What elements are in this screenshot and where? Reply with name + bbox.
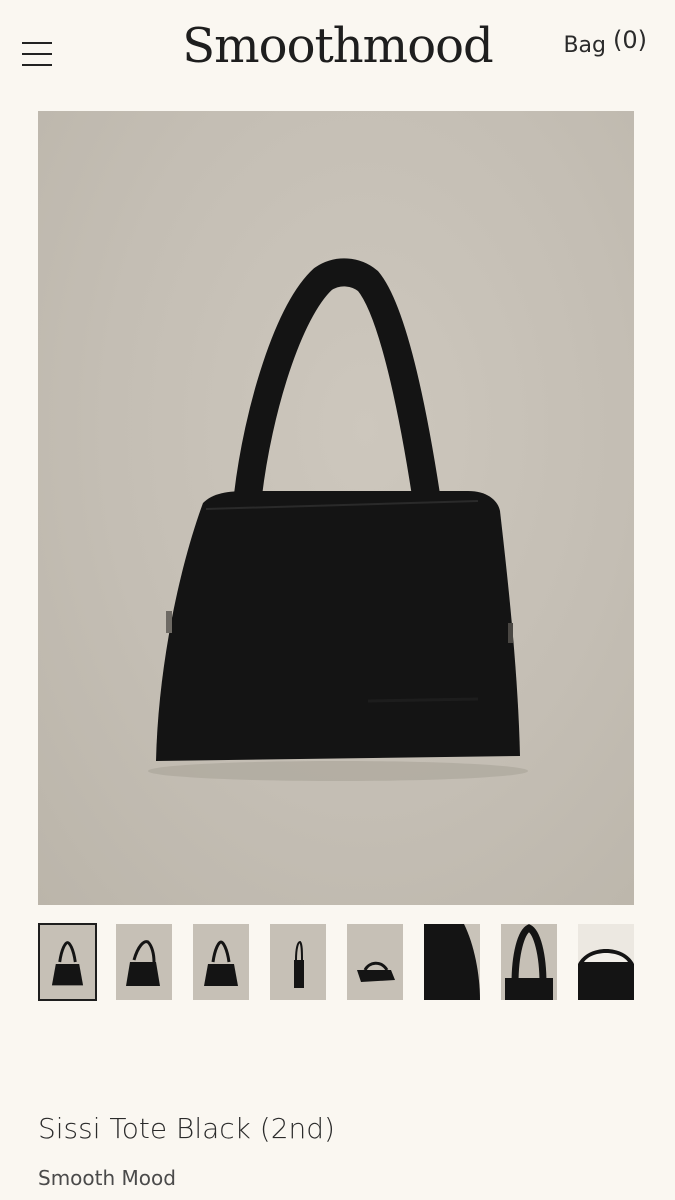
thumbnail-5[interactable] (347, 924, 403, 1000)
site-header: Smoothmood Bag (0) (0, 0, 675, 100)
thumbnail-6[interactable] (424, 924, 480, 1000)
thumbnail-4[interactable] (270, 924, 326, 1000)
bag-label: Bag (563, 33, 606, 58)
bag-link[interactable]: Bag (0) (563, 26, 647, 58)
thumbnail-strip (38, 923, 634, 1002)
product-brand[interactable]: Smooth Mood (38, 1166, 176, 1190)
thumbnail-8[interactable] (578, 924, 634, 1000)
tote-bag-image (148, 258, 528, 781)
product-title: Sissi Tote Black (2nd) (38, 1112, 335, 1145)
thumbnail-2[interactable] (116, 924, 172, 1000)
thumbnail-1[interactable] (38, 923, 97, 1001)
bag-count: (0) (613, 26, 647, 54)
thumbnail-7[interactable] (501, 924, 557, 1000)
thumbnail-3[interactable] (193, 924, 249, 1000)
product-main-image[interactable] (38, 111, 634, 905)
